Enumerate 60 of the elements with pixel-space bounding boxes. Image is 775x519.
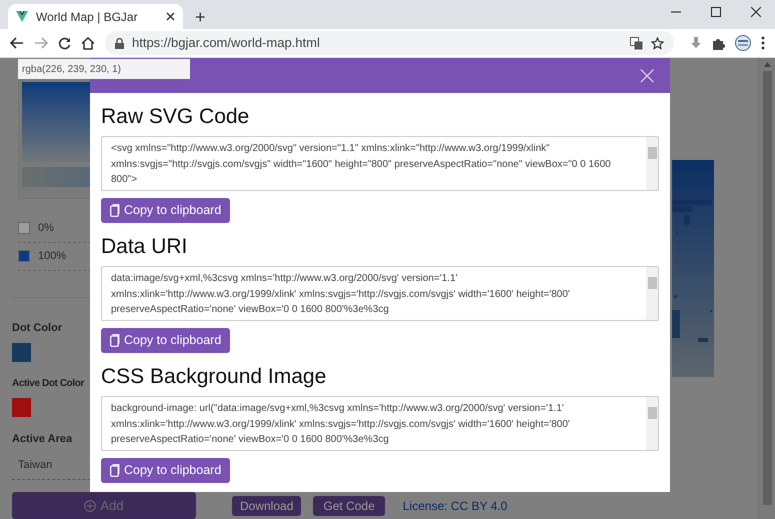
stop-label: 100% <box>38 248 66 264</box>
download-button[interactable]: Download <box>232 496 302 516</box>
home-icon[interactable] <box>81 36 95 50</box>
scroll-thumb[interactable] <box>648 407 656 419</box>
color-swatch[interactable] <box>18 222 30 234</box>
copy-button[interactable]: Copy to clipboard <box>101 198 230 223</box>
address-bar[interactable]: https://bgjar.com/world-map.html <box>105 31 674 55</box>
clipboard-icon <box>110 464 120 477</box>
section-heading: CSS Background Image <box>101 364 328 390</box>
code-textarea[interactable] <box>101 396 659 451</box>
tooltip: rgba(226, 239, 230, 1) <box>18 59 190 79</box>
close-icon[interactable] <box>751 7 761 17</box>
code-line: background-image: url("data:image/svg+xml,%3csvg xmlns='http://www.w3.org/2000/svg' version='1.1' <box>111 402 565 416</box>
scrollbar[interactable] <box>758 58 775 519</box>
field-label: Dot Color <box>12 320 62 336</box>
copy-button[interactable]: Copy to clipboard <box>101 458 230 483</box>
close-icon[interactable] <box>166 12 175 21</box>
code-textarea[interactable] <box>101 266 659 321</box>
download-icon[interactable] <box>690 36 702 50</box>
code-textarea[interactable] <box>101 136 659 191</box>
clipboard-icon <box>110 334 120 347</box>
section-heading: Data URI <box>101 234 188 260</box>
maximize-icon[interactable] <box>711 7 721 17</box>
reload-icon[interactable] <box>58 36 71 50</box>
back-icon[interactable] <box>10 37 24 49</box>
code-line: preserveAspectRatio='none' viewBox='0 0 1600 800'%3e%3cg <box>111 303 390 317</box>
section-heading: Raw SVG Code <box>101 104 250 130</box>
code-line: xmlns:svgjs="http://svgjs.com/svgjs" width="1600" height="800" preserveAspectRatio="none" viewBox="0 0 1600 <box>111 158 612 172</box>
close-button[interactable]: × <box>636 62 658 88</box>
browser-tab[interactable]: World Map | BGJar <box>8 4 183 29</box>
field-label: Active Area <box>12 432 72 447</box>
lock-icon <box>115 38 124 48</box>
translate-icon[interactable] <box>630 36 643 50</box>
code-line: xmlns:xlink='http://www.w3.org/1999/xlink' xmlns:svgjs='http://svgjs.com/svgjs' width='1600' height='800' <box>111 288 571 302</box>
code-line: xmlns:xlink='http://www.w3.org/1999/xlink' xmlns:svgjs='http://svgjs.com/svgjs' width='1600' height='800' <box>111 418 571 432</box>
code-line: preserveAspectRatio='none' viewBox='0 0 1600 800'%3e%3cg <box>111 433 390 447</box>
stop-label: 0% <box>38 220 54 236</box>
code-line: data:image/svg+xml,%3csvg xmlns='http://www.w3.org/2000/svg' version='1.1' <box>111 272 458 286</box>
color-swatch[interactable] <box>12 398 31 417</box>
get-code-button[interactable]: Get Code <box>313 496 385 516</box>
license-link[interactable]: License: CC BY 4.0 <box>402 496 508 516</box>
color-swatch[interactable] <box>12 343 31 362</box>
code-line: 800"> <box>111 173 138 187</box>
tab-title: World Map | BGJar <box>36 8 139 26</box>
plus-circle-icon <box>84 500 96 512</box>
scroll-thumb[interactable] <box>648 147 656 159</box>
scroll-thumb[interactable] <box>762 71 772 505</box>
new-tab-button[interactable]: + <box>195 8 206 26</box>
color-swatch[interactable] <box>18 250 30 262</box>
field-label: Active Dot Color <box>12 377 84 391</box>
star-icon[interactable] <box>651 36 664 50</box>
clipboard-icon <box>110 204 120 217</box>
copy-button[interactable]: Copy to clipboard <box>101 328 230 353</box>
v-logo-icon <box>16 11 28 22</box>
code-line: <svg xmlns="http://www.w3.org/2000/svg" version="1.1" xmlns:xlink="http://www.w3.org/1999/xlink" <box>111 142 551 156</box>
profile-icon[interactable] <box>735 35 751 51</box>
puzzle-icon[interactable] <box>712 36 725 50</box>
menu-icon[interactable] <box>761 36 765 50</box>
url-text: https://bgjar.com/world-map.html <box>132 34 321 52</box>
scroll-thumb[interactable] <box>648 277 656 289</box>
